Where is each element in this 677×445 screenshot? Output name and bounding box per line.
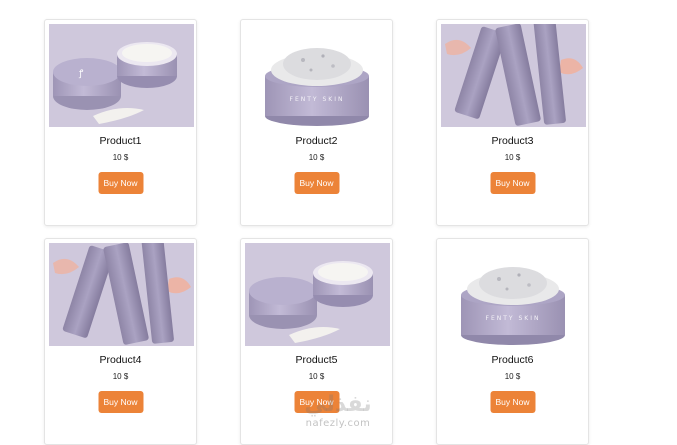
product-image [49, 243, 194, 346]
product-image: ꝭ [49, 24, 194, 127]
jar-label: FENTY SKIN [486, 315, 541, 322]
product-price: 10 $ [308, 153, 325, 162]
product-name: Product3 [491, 135, 534, 147]
buy-now-button[interactable]: Buy Now [490, 391, 535, 413]
product-name: Product2 [295, 135, 338, 147]
product-price: 10 $ [112, 153, 129, 162]
product-card: FENTY SKIN Product6 10 $ Buy Now [436, 238, 589, 445]
product-image [441, 24, 586, 127]
product-card: Product3 10 $ Buy Now [436, 19, 589, 226]
buy-now-button[interactable]: Buy Now [294, 391, 339, 413]
product-name: Product5 [295, 354, 338, 366]
product-card: ꝭ Product1 10 $ Buy Now [44, 19, 197, 226]
product-image: FENTY SKIN [245, 24, 390, 127]
buy-now-button[interactable]: Buy Now [98, 391, 143, 413]
product-card: Product5 10 $ Buy Now [240, 238, 393, 445]
product-price: 10 $ [504, 372, 521, 381]
buy-now-button[interactable]: Buy Now [294, 172, 339, 194]
product-card: Product4 10 $ Buy Now [44, 238, 197, 445]
product-price: 10 $ [112, 372, 129, 381]
product-name: Product1 [99, 135, 142, 147]
buy-now-button[interactable]: Buy Now [98, 172, 143, 194]
product-price: 10 $ [308, 372, 325, 381]
product-name: Product4 [99, 354, 142, 366]
product-name: Product6 [491, 354, 534, 366]
product-image [245, 243, 390, 346]
product-price: 10 $ [504, 153, 521, 162]
svg-text:ꝭ: ꝭ [78, 69, 84, 79]
jar-label: FENTY SKIN [290, 96, 345, 103]
buy-now-button[interactable]: Buy Now [490, 172, 535, 194]
product-card: FENTY SKIN Product2 10 $ Buy Now [240, 19, 393, 226]
product-image: FENTY SKIN [441, 243, 586, 346]
